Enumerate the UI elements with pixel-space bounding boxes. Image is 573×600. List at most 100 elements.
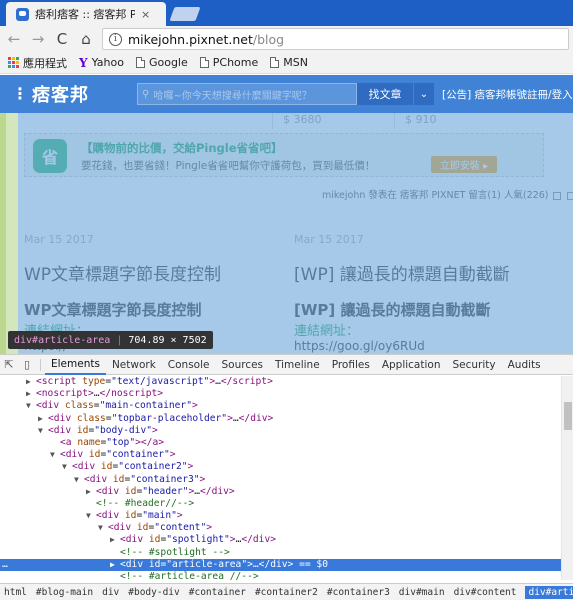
devtools-tabbar: ⇱ ▯ Elements Network Console Sources Timelin… (0, 355, 573, 375)
tab-timeline[interactable]: Timeline (269, 355, 326, 375)
bookmark-apps[interactable]: 應用程式 (8, 55, 67, 71)
dom-node-markup: <div id="article-area">…</div> == $0 (120, 558, 328, 570)
tab-close-icon[interactable]: × (141, 8, 150, 21)
breadcrumb-item[interactable]: html (4, 587, 27, 598)
tab-console[interactable]: Console (162, 355, 216, 375)
scrollbar-thumb[interactable] (564, 402, 572, 430)
breadcrumb-item[interactable]: #container (189, 587, 246, 598)
reload-icon[interactable]: C (54, 30, 70, 48)
dom-node[interactable]: ▶ <div class="topbar-placeholder">…</div> (0, 413, 561, 425)
device-toggle-icon[interactable]: ▯ (18, 355, 36, 375)
price-row: $ 3680 $ 910 (24, 113, 544, 129)
menu-icon[interactable]: ⋮ (12, 86, 28, 102)
breadcrumb-item[interactable]: div#article-area (525, 586, 573, 599)
expand-icon[interactable]: ▶ (110, 534, 120, 546)
collapse-icon[interactable]: ▼ (50, 449, 60, 461)
breadcrumb: html #blog-main div #body-div #container #con… (0, 583, 573, 600)
browser-tab[interactable]: 痞利痞客 :: 痞客邦 PIXNET × (6, 2, 166, 26)
pingle-icon: 省 (33, 139, 67, 173)
dom-node[interactable]: ▶ <noscript>…</noscript> (0, 388, 561, 400)
post-meta: mikejohn 發表在 痞客邦 PIXNET 留言(1) 人氣(226) (322, 187, 573, 201)
dom-node[interactable]: ▼ <div id="main"> (0, 510, 561, 522)
home-icon[interactable]: ⌂ (78, 30, 94, 48)
dom-node-markup: <a name="top"></a> (60, 436, 165, 448)
tab-network[interactable]: Network (106, 355, 162, 375)
tab-application[interactable]: Application (376, 355, 447, 375)
tab-security[interactable]: Security (446, 355, 501, 375)
dom-node[interactable]: ▼ <div id="container3"> (0, 474, 561, 486)
install-button[interactable]: 立即安裝 ▸ (431, 156, 497, 173)
chevron-down-icon[interactable]: ⌄ (414, 83, 434, 105)
breadcrumb-item[interactable]: div#content (454, 587, 517, 598)
search-button[interactable]: 找文章 (357, 83, 413, 105)
expand-icon[interactable]: ▶ (86, 486, 96, 498)
expand-icon[interactable]: ▶ (26, 388, 36, 400)
info-icon[interactable]: i (109, 32, 122, 46)
dom-node-markup: <!-- #article-area //--> (120, 571, 259, 580)
bookmark-google[interactable]: Google (135, 56, 188, 69)
address-bar[interactable]: i mikejohn.pixnet.net/blog (102, 28, 569, 50)
inspect-icon[interactable]: ⇱ (0, 355, 18, 375)
expand-icon[interactable]: ▶ (26, 376, 36, 388)
collapse-icon[interactable]: ▼ (38, 425, 48, 437)
dom-node[interactable]: ▼ <div id="body-div"> (0, 425, 561, 437)
link-label: 連結網址： (294, 324, 360, 339)
dom-node[interactable]: ▼ <div id="container2"> (0, 461, 561, 473)
breadcrumb-item[interactable]: #body-div (128, 587, 179, 598)
breadcrumb-item[interactable]: #container3 (327, 587, 390, 598)
node-menu-icon[interactable]: … (2, 559, 8, 571)
post-title[interactable]: [WP] 讓過長的標題自動截斷 (294, 260, 534, 285)
post-link[interactable]: https://goo.gl/oy6RUd (294, 339, 534, 353)
collapse-icon[interactable]: ▼ (98, 522, 108, 534)
yahoo-icon: Y (79, 55, 88, 70)
meta-text: mikejohn 發表在 痞客邦 PIXNET 留言(1) 人氣(226) (322, 190, 549, 201)
dom-tree[interactable]: ▶ <script type="text/javascript">…</scrip… (0, 376, 561, 580)
tab-audits[interactable]: Audits (502, 355, 547, 375)
tab-elements[interactable]: Elements (45, 355, 106, 375)
ad-banner[interactable]: 省 【購物前的比價，交給Pingle省省吧】 要花錢，也要省錢！Pingle省省… (24, 133, 544, 177)
back-icon[interactable]: ← (6, 30, 22, 48)
trash-icon[interactable] (566, 191, 573, 200)
forward-icon[interactable]: → (30, 30, 46, 48)
search-input[interactable]: ⚲ 哈囉~你今天想搜尋什麼關鍵字呢？ (137, 83, 357, 105)
edit-icon[interactable] (553, 191, 562, 200)
collapse-icon[interactable]: ▼ (74, 474, 84, 486)
dom-node-markup: <script type="text/javascript">…</script… (36, 376, 273, 387)
dom-node[interactable]: <!-- #spotlight --> (0, 547, 561, 559)
breadcrumb-item[interactable]: #container2 (255, 587, 318, 598)
dom-node[interactable]: ▼ <div id="container"> (0, 449, 561, 461)
dom-node[interactable]: <!-- #header//--> (0, 498, 561, 510)
bookmark-yahoo[interactable]: Y Yahoo (79, 56, 124, 70)
breadcrumb-item[interactable]: div#main (399, 587, 445, 598)
site-logo[interactable]: 痞客邦 (32, 81, 89, 107)
scrollbar[interactable] (561, 376, 573, 580)
tooltip-tag: div#article-area (14, 334, 111, 346)
dom-node[interactable]: ▼ <div id="content"> (0, 522, 561, 534)
tab-sources[interactable]: Sources (215, 355, 269, 375)
dom-node-selected[interactable]: … ▶ <div id="article-area">…</div> == $0 (0, 558, 561, 571)
dom-node[interactable]: <!-- #article-area //--> (0, 571, 561, 580)
collapse-icon[interactable]: ▼ (26, 400, 36, 412)
bookmark-pchome[interactable]: PChome (199, 56, 258, 69)
tooltip-separator: | (116, 334, 123, 346)
tab-profiles[interactable]: Profiles (326, 355, 376, 375)
breadcrumb-item[interactable]: #blog-main (36, 587, 93, 598)
tab-title: 痞利痞客 :: 痞客邦 PIXNET (35, 8, 135, 21)
collapse-icon[interactable]: ▼ (62, 461, 72, 473)
dom-node[interactable]: ▶ <div id="spotlight">…</div> (0, 534, 561, 546)
bookmark-msn[interactable]: MSN (270, 56, 308, 69)
expand-icon[interactable]: ▶ (110, 559, 120, 571)
collapse-icon[interactable]: ▼ (86, 510, 96, 522)
dom-node[interactable]: ▶ <script type="text/javascript">…</scrip… (0, 376, 561, 388)
breadcrumb-item[interactable]: div (102, 587, 119, 598)
dom-node[interactable]: ▶ <div id="header">…</div> (0, 486, 561, 498)
announcement-link[interactable]: [公告] 痞客邦帳號註冊/登入 (442, 87, 573, 102)
dom-node[interactable]: ▼ <div class="main-container"> (0, 400, 561, 412)
expand-icon[interactable]: ▶ (38, 413, 48, 425)
dom-node[interactable]: <a name="top"></a> (0, 437, 561, 449)
post-date: Mar 15 2017 (294, 233, 364, 246)
tooltip-size: 704.89 × 7502 (128, 334, 207, 346)
post-heading: WP文章標題字節長度控制 (24, 301, 202, 319)
post-title[interactable]: WP文章標題字節長度控制 (24, 260, 264, 285)
new-tab-button[interactable] (169, 7, 201, 21)
